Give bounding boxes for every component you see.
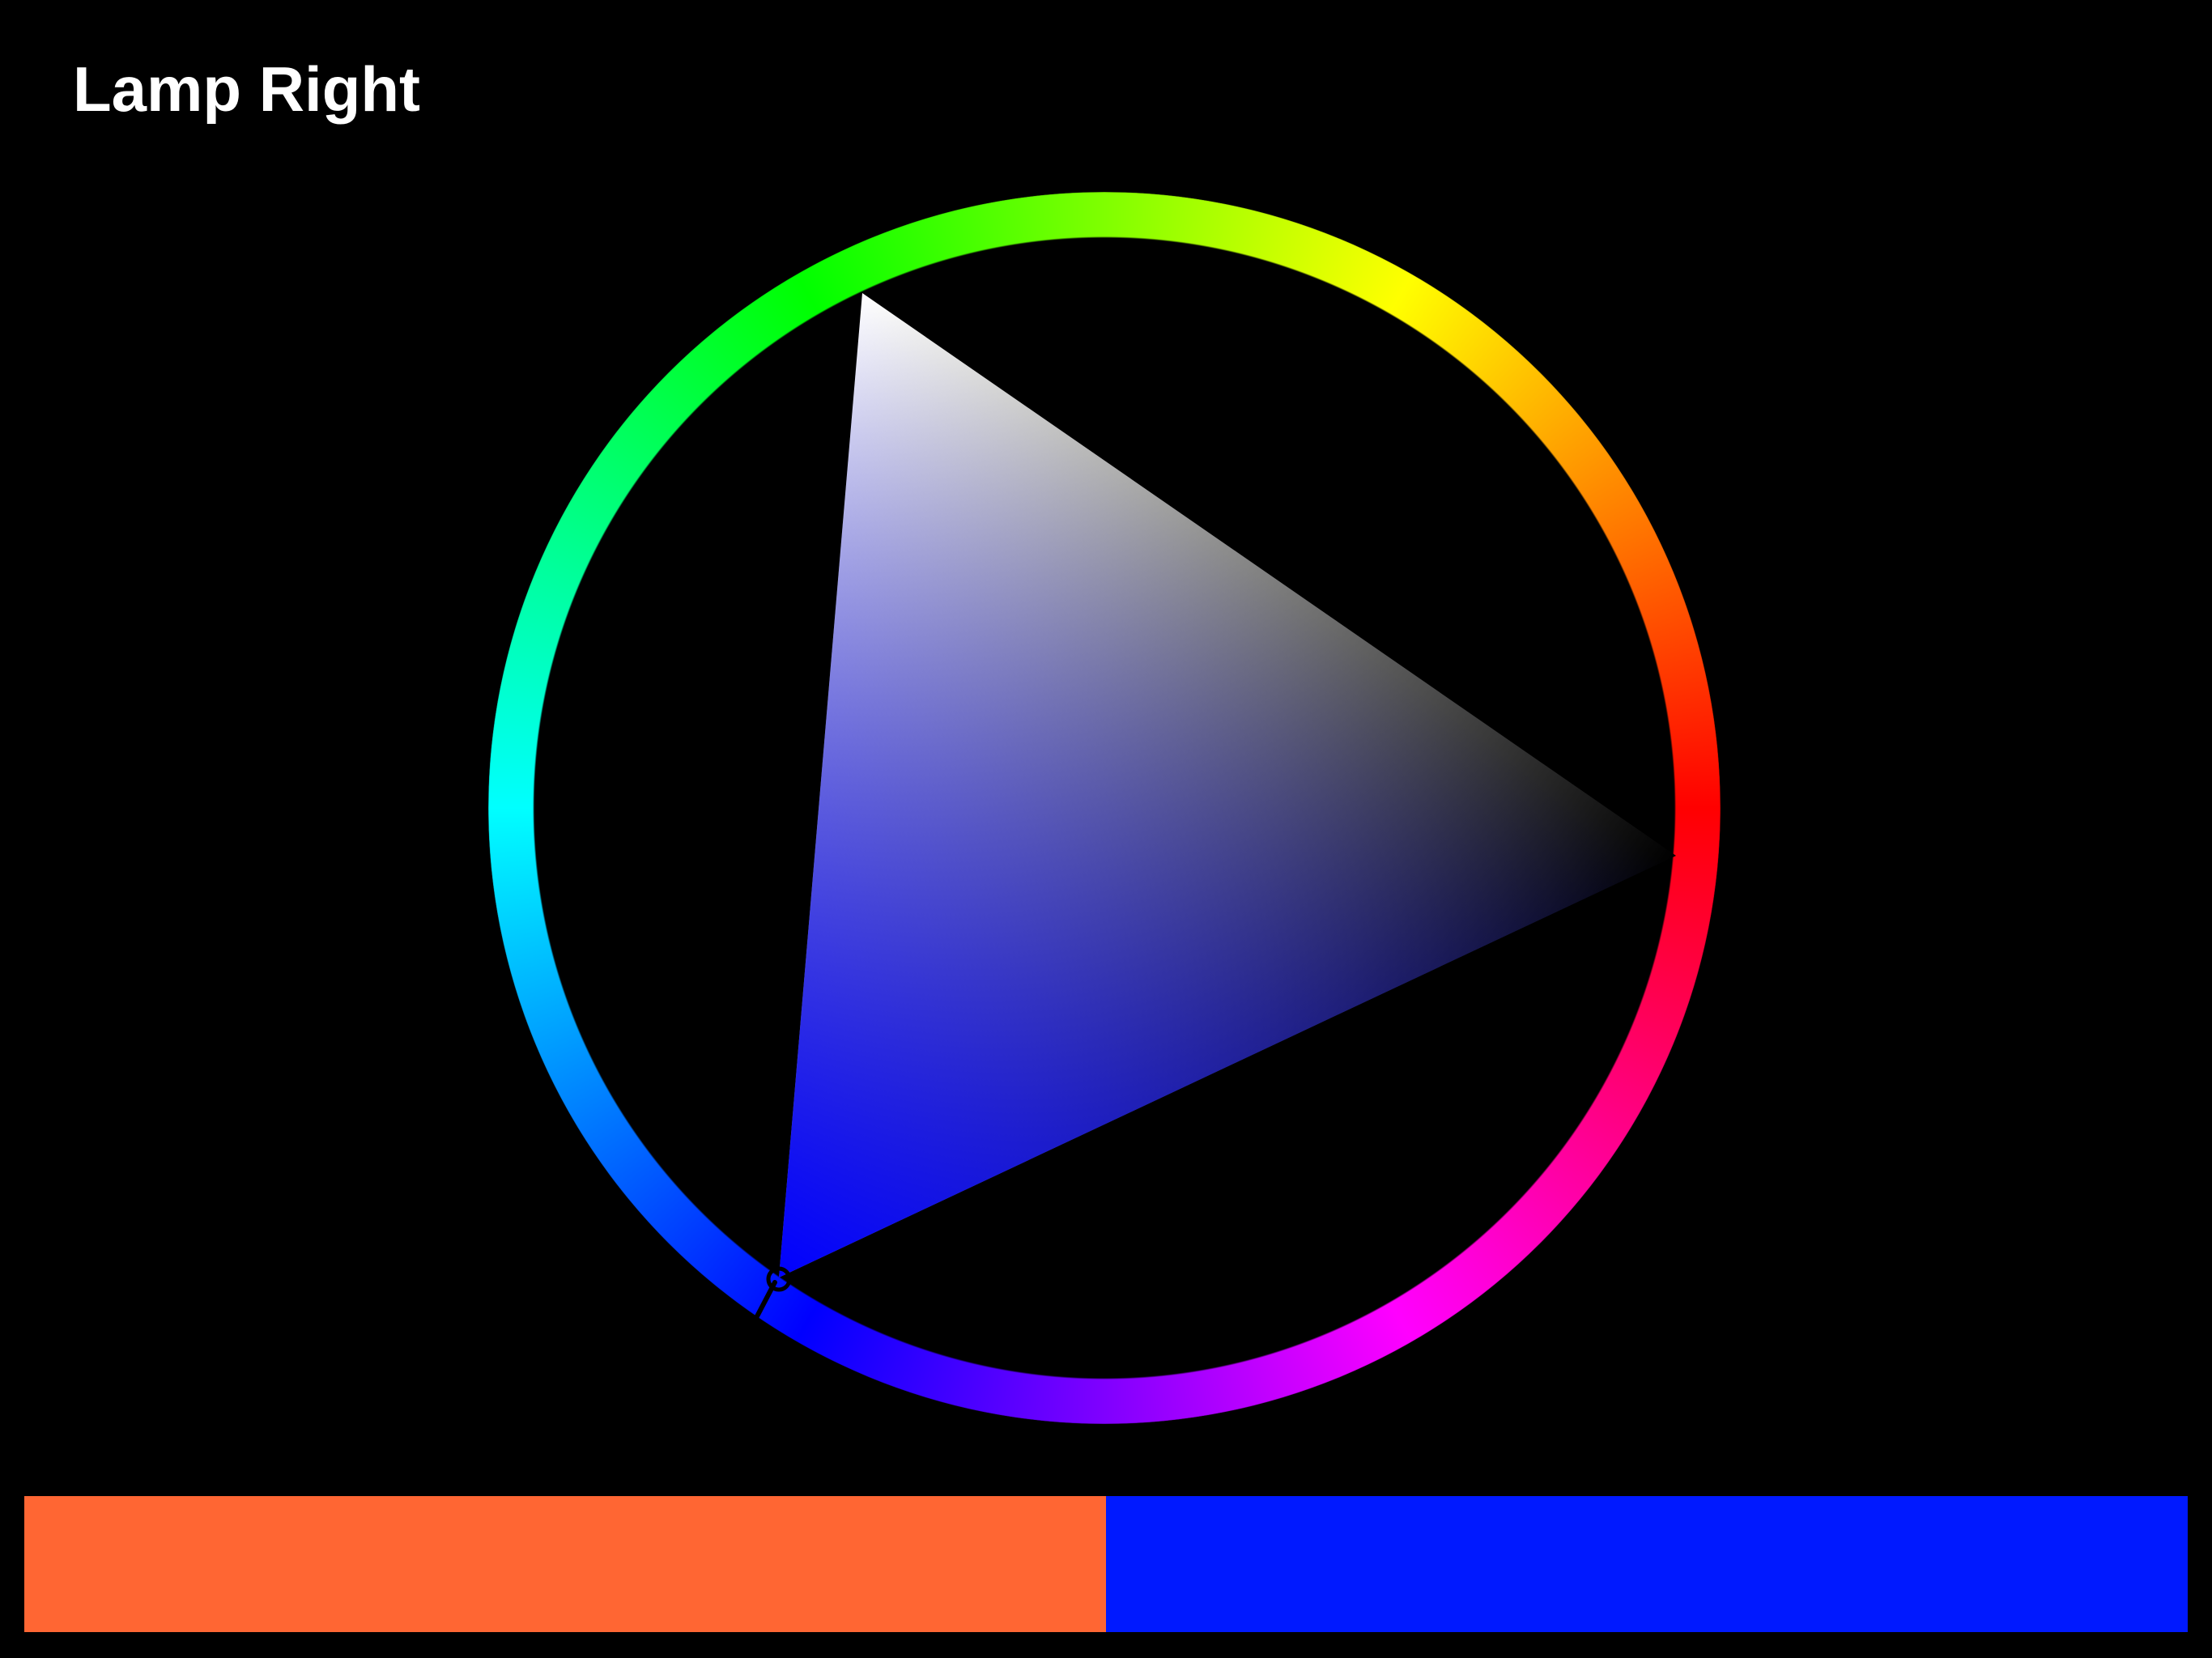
color-wheel	[0, 0, 2212, 1658]
color-comparison-bar	[24, 1496, 2188, 1632]
color-selector-handle[interactable]	[766, 1266, 792, 1292]
saturation-value-triangle-layer	[755, 293, 1676, 1319]
triangle-hue-overlay	[779, 293, 1676, 1278]
color-picker-screen: Lamp Right	[0, 0, 2212, 1658]
previous-color-swatch[interactable]	[24, 1496, 1106, 1632]
current-color-swatch[interactable]	[1106, 1496, 2188, 1632]
